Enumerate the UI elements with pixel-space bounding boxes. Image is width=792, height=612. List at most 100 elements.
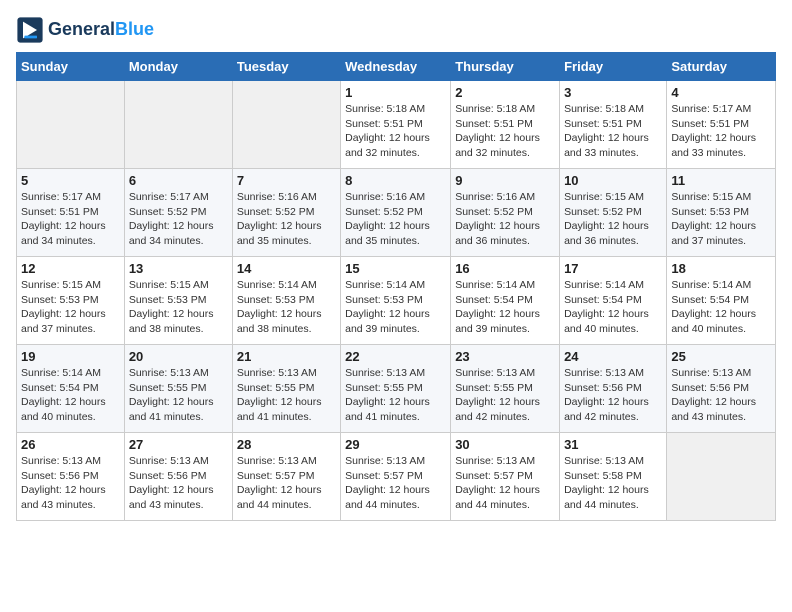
- day-info: Sunrise: 5:18 AM Sunset: 5:51 PM Dayligh…: [345, 102, 446, 161]
- day-number: 20: [129, 349, 228, 364]
- day-cell: 10 Sunrise: 5:15 AM Sunset: 5:52 PM Dayli…: [560, 169, 667, 257]
- col-header-saturday: Saturday: [667, 53, 776, 81]
- day-cell: 30Sunrise: 5:13 AM Sunset: 5:57 PM Dayli…: [451, 433, 560, 521]
- day-cell: [124, 81, 232, 169]
- day-info: Sunrise: 5:13 AM Sunset: 5:58 PM Dayligh…: [564, 454, 662, 513]
- day-cell: 5 Sunrise: 5:17 AM Sunset: 5:51 PM Daylig…: [17, 169, 125, 257]
- day-number: 15: [345, 261, 446, 276]
- day-info: Sunrise: 5:15 AM Sunset: 5:52 PM Dayligh…: [564, 190, 662, 249]
- day-cell: 17Sunrise: 5:14 AM Sunset: 5:54 PM Dayli…: [560, 257, 667, 345]
- day-cell: 22Sunrise: 5:13 AM Sunset: 5:55 PM Dayli…: [341, 345, 451, 433]
- day-cell: 15 Sunrise: 5:14 AM Sunset: 5:53 PM Dayli…: [341, 257, 451, 345]
- day-cell: 12 Sunrise: 5:15 AM Sunset: 5:53 PM Dayli…: [17, 257, 125, 345]
- day-info: Sunrise: 5:13 AM Sunset: 5:57 PM Dayligh…: [455, 454, 555, 513]
- day-cell: 2Sunrise: 5:18 AM Sunset: 5:51 PM Daylig…: [451, 81, 560, 169]
- day-number: 14: [237, 261, 336, 276]
- day-info: Sunrise: 5:13 AM Sunset: 5:56 PM Dayligh…: [129, 454, 228, 513]
- day-info: Sunrise: 5:16 AM Sunset: 5:52 PM Dayligh…: [455, 190, 555, 249]
- day-info: Sunrise: 5:17 AM Sunset: 5:52 PM Dayligh…: [129, 190, 228, 249]
- day-info: Sunrise: 5:15 AM Sunset: 5:53 PM Dayligh…: [21, 278, 120, 337]
- day-number: 29: [345, 437, 446, 452]
- day-cell: 25 Sunrise: 5:13 AM Sunset: 5:56 PM Dayli…: [667, 345, 776, 433]
- day-cell: 14 Sunrise: 5:14 AM Sunset: 5:53 PM Dayli…: [232, 257, 340, 345]
- day-number: 22: [345, 349, 446, 364]
- day-info: Sunrise: 5:13 AM Sunset: 5:57 PM Dayligh…: [237, 454, 336, 513]
- day-cell: 28 Sunrise: 5:13 AM Sunset: 5:57 PM Dayli…: [232, 433, 340, 521]
- day-cell: 18Sunrise: 5:14 AM Sunset: 5:54 PM Dayli…: [667, 257, 776, 345]
- page-header: GeneralBlue: [16, 16, 776, 44]
- day-number: 27: [129, 437, 228, 452]
- day-info: Sunrise: 5:13 AM Sunset: 5:56 PM Dayligh…: [564, 366, 662, 425]
- day-number: 3: [564, 85, 662, 100]
- col-header-tuesday: Tuesday: [232, 53, 340, 81]
- col-header-friday: Friday: [560, 53, 667, 81]
- day-cell: 11Sunrise: 5:15 AM Sunset: 5:53 PM Dayli…: [667, 169, 776, 257]
- day-cell: 24 Sunrise: 5:13 AM Sunset: 5:56 PM Dayli…: [560, 345, 667, 433]
- day-number: 28: [237, 437, 336, 452]
- day-number: 24: [564, 349, 662, 364]
- day-cell: 6 Sunrise: 5:17 AM Sunset: 5:52 PM Daylig…: [124, 169, 232, 257]
- day-number: 9: [455, 173, 555, 188]
- week-row-2: 5 Sunrise: 5:17 AM Sunset: 5:51 PM Daylig…: [17, 169, 776, 257]
- day-cell: 13 Sunrise: 5:15 AM Sunset: 5:53 PM Dayli…: [124, 257, 232, 345]
- day-number: 12: [21, 261, 120, 276]
- week-row-3: 12 Sunrise: 5:15 AM Sunset: 5:53 PM Dayli…: [17, 257, 776, 345]
- day-info: Sunrise: 5:16 AM Sunset: 5:52 PM Dayligh…: [345, 190, 446, 249]
- day-cell: 26 Sunrise: 5:13 AM Sunset: 5:56 PM Dayli…: [17, 433, 125, 521]
- week-row-4: 19 Sunrise: 5:14 AM Sunset: 5:54 PM Dayli…: [17, 345, 776, 433]
- day-number: 8: [345, 173, 446, 188]
- day-info: Sunrise: 5:15 AM Sunset: 5:53 PM Dayligh…: [671, 190, 771, 249]
- day-cell: 16 Sunrise: 5:14 AM Sunset: 5:54 PM Dayli…: [451, 257, 560, 345]
- day-number: 4: [671, 85, 771, 100]
- logo-text: GeneralBlue: [48, 20, 154, 40]
- day-number: 7: [237, 173, 336, 188]
- day-cell: [17, 81, 125, 169]
- day-info: Sunrise: 5:17 AM Sunset: 5:51 PM Dayligh…: [21, 190, 120, 249]
- day-cell: 23 Sunrise: 5:13 AM Sunset: 5:55 PM Dayli…: [451, 345, 560, 433]
- day-info: Sunrise: 5:13 AM Sunset: 5:55 PM Dayligh…: [129, 366, 228, 425]
- day-info: Sunrise: 5:13 AM Sunset: 5:56 PM Dayligh…: [671, 366, 771, 425]
- day-cell: 20 Sunrise: 5:13 AM Sunset: 5:55 PM Dayli…: [124, 345, 232, 433]
- day-number: 5: [21, 173, 120, 188]
- day-info: Sunrise: 5:18 AM Sunset: 5:51 PM Dayligh…: [564, 102, 662, 161]
- day-cell: 8 Sunrise: 5:16 AM Sunset: 5:52 PM Daylig…: [341, 169, 451, 257]
- day-info: Sunrise: 5:13 AM Sunset: 5:55 PM Dayligh…: [237, 366, 336, 425]
- day-cell: [667, 433, 776, 521]
- day-cell: 27 Sunrise: 5:13 AM Sunset: 5:56 PM Dayli…: [124, 433, 232, 521]
- col-header-sunday: Sunday: [17, 53, 125, 81]
- day-info: Sunrise: 5:14 AM Sunset: 5:53 PM Dayligh…: [345, 278, 446, 337]
- day-cell: 4Sunrise: 5:17 AM Sunset: 5:51 PM Daylig…: [667, 81, 776, 169]
- day-info: Sunrise: 5:13 AM Sunset: 5:56 PM Dayligh…: [21, 454, 120, 513]
- day-number: 6: [129, 173, 228, 188]
- day-cell: 3 Sunrise: 5:18 AM Sunset: 5:51 PM Daylig…: [560, 81, 667, 169]
- week-row-1: 1Sunrise: 5:18 AM Sunset: 5:51 PM Daylig…: [17, 81, 776, 169]
- day-info: Sunrise: 5:13 AM Sunset: 5:55 PM Dayligh…: [455, 366, 555, 425]
- day-number: 21: [237, 349, 336, 364]
- day-number: 16: [455, 261, 555, 276]
- day-info: Sunrise: 5:14 AM Sunset: 5:54 PM Dayligh…: [21, 366, 120, 425]
- day-number: 31: [564, 437, 662, 452]
- day-cell: 19 Sunrise: 5:14 AM Sunset: 5:54 PM Dayli…: [17, 345, 125, 433]
- day-info: Sunrise: 5:14 AM Sunset: 5:54 PM Dayligh…: [564, 278, 662, 337]
- day-info: Sunrise: 5:16 AM Sunset: 5:52 PM Dayligh…: [237, 190, 336, 249]
- day-number: 19: [21, 349, 120, 364]
- col-header-monday: Monday: [124, 53, 232, 81]
- header-row: SundayMondayTuesdayWednesdayThursdayFrid…: [17, 53, 776, 81]
- day-number: 10: [564, 173, 662, 188]
- day-number: 25: [671, 349, 771, 364]
- day-cell: 1Sunrise: 5:18 AM Sunset: 5:51 PM Daylig…: [341, 81, 451, 169]
- day-cell: 7 Sunrise: 5:16 AM Sunset: 5:52 PM Daylig…: [232, 169, 340, 257]
- day-cell: [232, 81, 340, 169]
- day-number: 23: [455, 349, 555, 364]
- week-row-5: 26 Sunrise: 5:13 AM Sunset: 5:56 PM Dayli…: [17, 433, 776, 521]
- col-header-thursday: Thursday: [451, 53, 560, 81]
- day-number: 26: [21, 437, 120, 452]
- day-info: Sunrise: 5:14 AM Sunset: 5:53 PM Dayligh…: [237, 278, 336, 337]
- day-info: Sunrise: 5:13 AM Sunset: 5:57 PM Dayligh…: [345, 454, 446, 513]
- day-info: Sunrise: 5:15 AM Sunset: 5:53 PM Dayligh…: [129, 278, 228, 337]
- day-cell: 31 Sunrise: 5:13 AM Sunset: 5:58 PM Dayli…: [560, 433, 667, 521]
- day-cell: 29 Sunrise: 5:13 AM Sunset: 5:57 PM Dayli…: [341, 433, 451, 521]
- day-number: 13: [129, 261, 228, 276]
- day-info: Sunrise: 5:14 AM Sunset: 5:54 PM Dayligh…: [455, 278, 555, 337]
- day-number: 2: [455, 85, 555, 100]
